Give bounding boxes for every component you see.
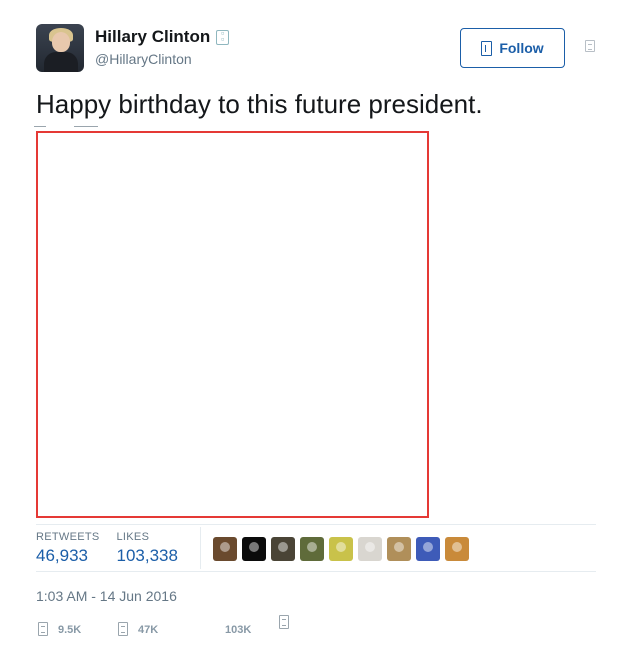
retweet-action[interactable]: 47K: [118, 615, 158, 636]
divider-mark: [34, 126, 46, 127]
likes-label: LIKES: [116, 531, 150, 543]
retweets-label: RETWEETS: [36, 531, 100, 543]
follow-button[interactable]: Follow: [460, 28, 565, 68]
tweet-text: Happy birthday to this future president.: [36, 89, 483, 119]
retweet-count: 47K: [138, 624, 159, 636]
more-options-icon[interactable]: [585, 40, 595, 52]
retweets-value: 46,933: [36, 546, 88, 565]
author-name-row: Hillary Clinton ▫ ▫: [95, 27, 230, 47]
avatar-face: [52, 32, 70, 52]
avatar-body: [44, 52, 78, 72]
liker-avatar[interactable]: [416, 537, 440, 561]
liker-avatar[interactable]: [242, 537, 266, 561]
likes-value: 103,338: [116, 546, 178, 565]
stats-separator: [200, 527, 201, 569]
retweet-icon: [118, 622, 128, 636]
verified-badge-icon: ▫ ▫: [216, 29, 230, 45]
follow-icon: [481, 40, 493, 56]
direct-message-action[interactable]: [279, 615, 289, 629]
liker-avatar[interactable]: [387, 537, 411, 561]
like-count: 103K: [225, 624, 252, 636]
reply-action[interactable]: 9.5K: [38, 615, 81, 636]
liker-avatar[interactable]: [271, 537, 295, 561]
divider: [36, 524, 596, 525]
follow-label: Follow: [499, 40, 544, 56]
divider-mark: [74, 126, 98, 127]
tweet-media[interactable]: [36, 131, 429, 518]
retweets-stat[interactable]: RETWEETS 46,933: [36, 530, 100, 567]
tweet-timestamp[interactable]: 1:03 AM - 14 Jun 2016: [36, 588, 177, 604]
tweet-stats: RETWEETS 46,933 LIKES 103,338: [36, 530, 178, 567]
liker-avatar[interactable]: [213, 537, 237, 561]
liker-avatar[interactable]: [329, 537, 353, 561]
likes-stat[interactable]: LIKES 103,338: [117, 530, 178, 567]
tweet-actions: 9.5K 47K 103K: [38, 615, 298, 636]
reply-count: 9.5K: [58, 624, 82, 636]
divider: [36, 571, 596, 572]
liker-avatar[interactable]: [445, 537, 469, 561]
direct-message-icon: [279, 615, 289, 629]
author-avatar[interactable]: [36, 24, 84, 72]
author-display-name[interactable]: Hillary Clinton: [95, 27, 210, 47]
likers-avatars: [213, 537, 469, 561]
author-handle[interactable]: @HillaryClinton: [95, 51, 192, 67]
liker-avatar[interactable]: [300, 537, 324, 561]
reply-icon: [38, 622, 48, 636]
like-action[interactable]: 103K: [225, 615, 251, 636]
liker-avatar[interactable]: [358, 537, 382, 561]
